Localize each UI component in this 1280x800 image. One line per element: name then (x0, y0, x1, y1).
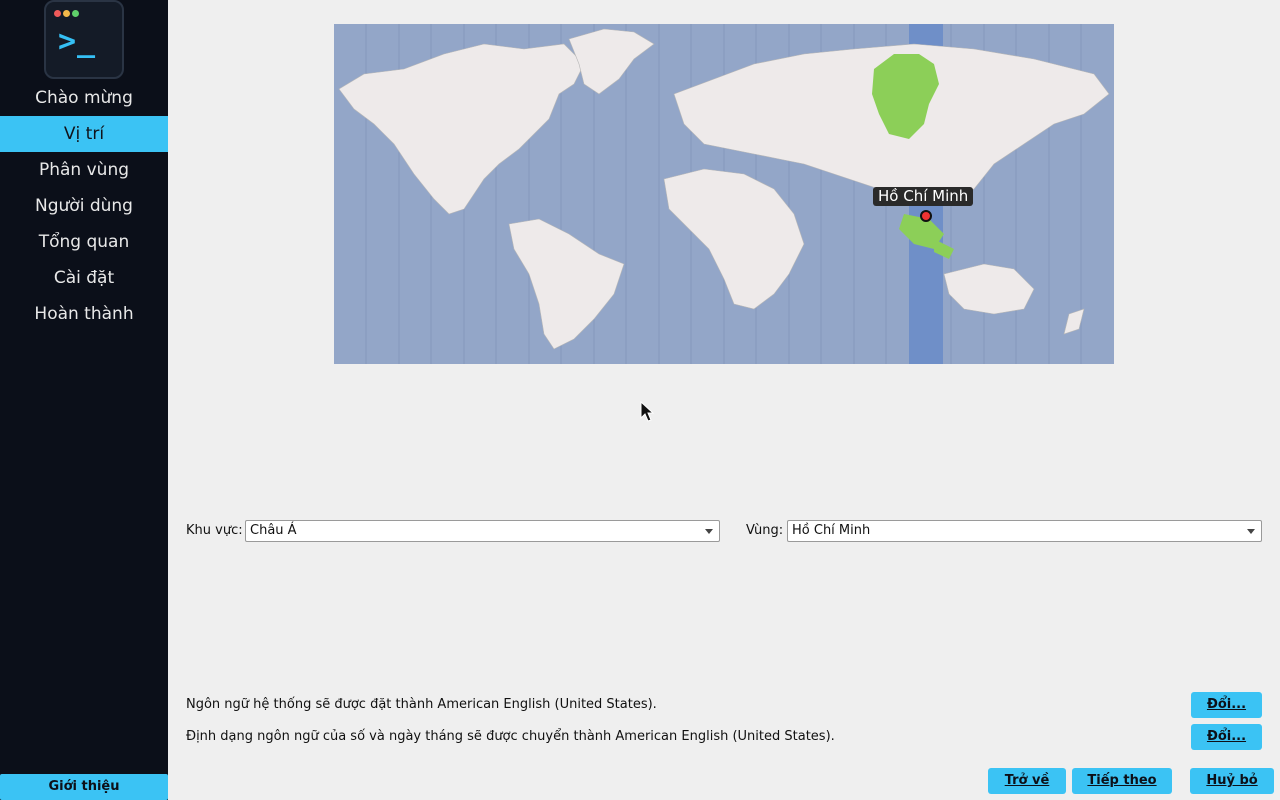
timezone-map[interactable] (334, 24, 1114, 364)
region-select[interactable]: Châu Á (245, 520, 720, 542)
location-pin-icon[interactable] (920, 210, 932, 222)
zone-label: Vùng: (746, 523, 784, 538)
mouse-cursor-icon (640, 401, 654, 422)
next-button[interactable]: Tiếp theo (1072, 768, 1172, 794)
about-button[interactable]: Giới thiệu (0, 774, 168, 800)
city-tooltip: Hồ Chí Minh (873, 187, 974, 206)
number-format-text: Định dạng ngôn ngữ của số và ngày tháng … (186, 729, 835, 744)
sidebar: >_ Chào mừng Vị trí Phân vùng Người dùng… (0, 0, 168, 800)
step-install: Cài đặt (53, 268, 115, 288)
cancel-button[interactable]: Huỷ bỏ (1190, 768, 1274, 794)
zone-select-value: Hồ Chí Minh (792, 523, 871, 538)
change-language-button[interactable]: Đổi... (1191, 692, 1262, 718)
step-summary: Tổng quan (38, 232, 130, 252)
step-location: Vị trí (0, 116, 168, 152)
chevron-down-icon (705, 529, 713, 534)
logo-prompt: >_ (58, 24, 97, 59)
back-button[interactable]: Trở về (988, 768, 1066, 794)
world-map-graphic (338, 24, 1110, 364)
region-label: Khu vực: (186, 523, 243, 538)
chevron-down-icon (1247, 529, 1255, 534)
terminal-logo-icon: >_ (44, 0, 124, 79)
step-users: Người dùng (35, 196, 133, 216)
change-format-button[interactable]: Đổi... (1191, 724, 1262, 750)
step-partitions: Phân vùng (38, 160, 130, 180)
step-finish: Hoàn thành (34, 304, 134, 324)
step-welcome: Chào mừng (35, 88, 133, 108)
step-list: Chào mừng Vị trí Phân vùng Người dùng Tổ… (0, 80, 168, 332)
region-select-value: Châu Á (250, 523, 297, 538)
logo-dot-red (54, 10, 61, 17)
logo-dot-green (72, 10, 79, 17)
system-language-text: Ngôn ngữ hệ thống sẽ được đặt thành Amer… (186, 697, 657, 712)
zone-select[interactable]: Hồ Chí Minh (787, 520, 1262, 542)
logo-dot-yellow (63, 10, 70, 17)
